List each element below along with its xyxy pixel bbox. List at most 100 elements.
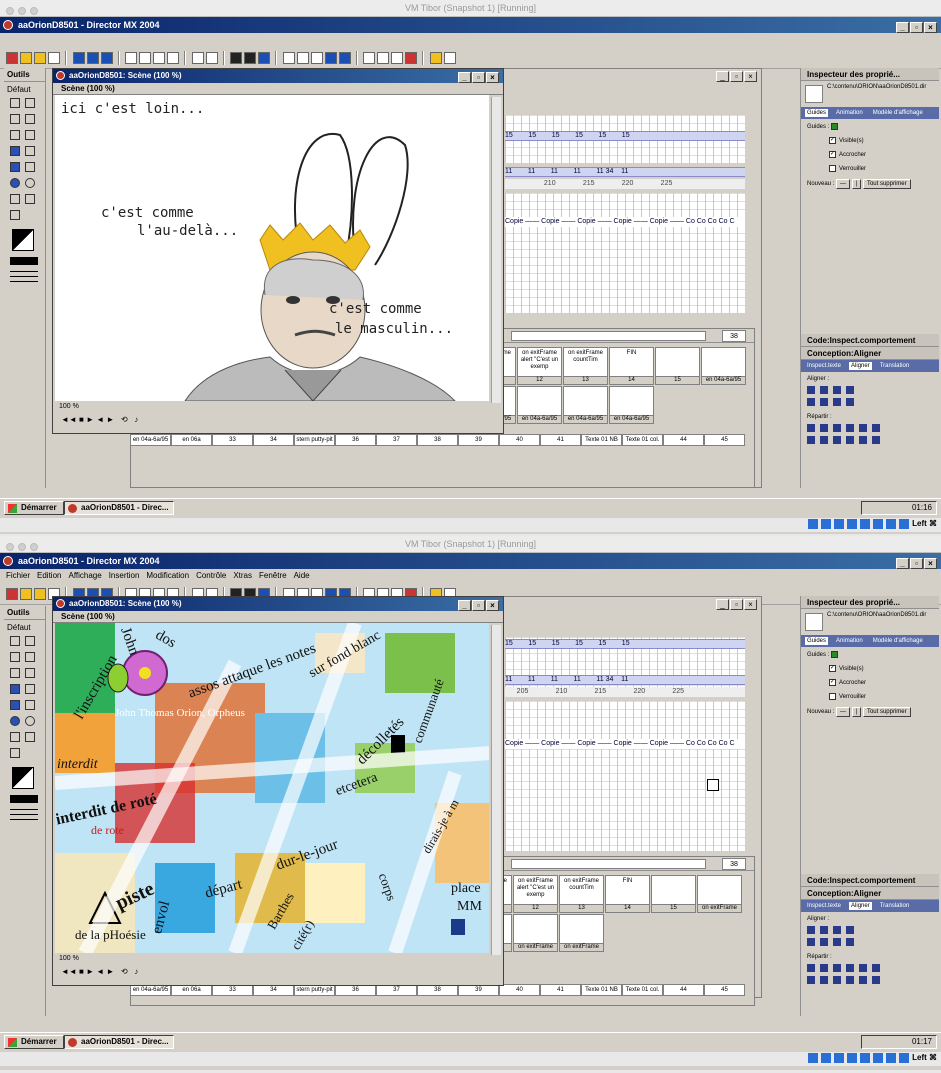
cast-member[interactable]: en 04a-6a/95 — [609, 386, 654, 424]
minimize-icon[interactable]: _ — [458, 72, 471, 83]
button-tool-icon[interactable] — [10, 747, 20, 758]
delete-all-button[interactable]: Tout supprimer — [862, 179, 911, 189]
cast-member[interactable]: FIN 14 — [609, 347, 654, 385]
tab-translation[interactable]: Translation — [878, 362, 911, 370]
cast-strip-label[interactable]: 34 — [253, 434, 294, 446]
restore-icon[interactable]: ▫ — [472, 72, 485, 83]
line-width-1[interactable] — [10, 271, 38, 272]
score-grid-main[interactable] — [505, 193, 745, 313]
minimize-icon[interactable]: _ — [896, 22, 909, 33]
menu-modify[interactable]: Modification — [146, 571, 189, 580]
score-script-channel[interactable]: 11 11 11 11 11 34 11 — [505, 167, 745, 177]
restore-icon[interactable]: ▫ — [730, 599, 743, 610]
cast-member[interactable]: on exitFrame global intim — [697, 875, 742, 913]
lock-checkbox[interactable]: Verrouiller — [801, 689, 939, 703]
help-icon[interactable] — [443, 52, 456, 64]
stage-window-buttons[interactable]: _ ▫ × — [457, 71, 499, 85]
restore-icon[interactable]: ▫ — [910, 22, 923, 33]
cast-member[interactable]: 15 — [651, 875, 696, 913]
cast-strip-label[interactable]: Texte 01 col. — [622, 984, 663, 996]
tab-guides[interactable]: Guides — [805, 109, 829, 117]
tab-guides[interactable]: Guides — [805, 637, 829, 645]
stage-vertical-scrollbar[interactable] — [491, 97, 501, 403]
cast-name-field[interactable] — [511, 859, 706, 869]
selected-cell[interactable] — [707, 779, 719, 791]
inspector-title[interactable]: Inspecteur des proprié... — [801, 68, 939, 81]
cast-member[interactable]: on exitFrame countTim — [513, 914, 558, 952]
cast-member[interactable]: on exitFrame alert "C'est un exemp 12 — [513, 875, 558, 913]
visible-checkbox[interactable]: ✓ Visible(s) — [801, 661, 939, 675]
cut-icon[interactable] — [139, 52, 152, 64]
paste-icon[interactable] — [167, 52, 180, 64]
minimize-icon[interactable]: _ — [716, 599, 729, 610]
tab-align[interactable]: Aligner — [849, 362, 872, 370]
ellipse-empty-tool-icon[interactable] — [25, 715, 35, 726]
line-width-1[interactable] — [10, 809, 38, 810]
tab-translation[interactable]: Translation — [878, 902, 911, 910]
score-script-channel[interactable]: 11 11 11 11 11 34 11 — [505, 675, 745, 685]
import-icon[interactable] — [48, 52, 60, 64]
minimize-icon[interactable]: _ — [716, 71, 729, 82]
snap-checkbox[interactable]: ✓ Accrocher — [801, 147, 939, 161]
ellipse-tool-icon[interactable] — [10, 177, 20, 188]
score-frame-ruler[interactable]: 210 215 220 225 — [505, 179, 745, 189]
cast-strip-label[interactable]: Texte 01 col. — [622, 434, 663, 446]
radio-tool-icon[interactable] — [25, 193, 35, 204]
tab-align[interactable]: Aligner — [849, 902, 872, 910]
tab-inspect-text[interactable]: Inspect.texte — [805, 362, 843, 370]
score-window-buttons[interactable]: _ ▫ × — [715, 599, 757, 610]
stage-window-icon[interactable] — [282, 52, 295, 64]
open-icon[interactable] — [34, 52, 46, 64]
tools-default[interactable]: Défaut — [4, 82, 45, 97]
rect-tool-icon[interactable] — [10, 145, 20, 156]
color-swatch[interactable] — [12, 229, 34, 251]
script-icon[interactable] — [363, 52, 376, 64]
score-window-buttons[interactable]: _ ▫ × — [715, 71, 757, 82]
lock-checkbox[interactable]: Verrouiller — [801, 161, 939, 175]
close-icon[interactable]: × — [744, 71, 757, 82]
tab-animation[interactable]: Animation — [834, 109, 865, 117]
code-panel-title[interactable]: Code:Inspect.comportement — [801, 874, 939, 887]
inspector-icon[interactable] — [324, 52, 337, 64]
visible-checkbox[interactable]: ✓ Visible(s) — [801, 133, 939, 147]
close-icon[interactable]: × — [744, 599, 757, 610]
align-buttons-1[interactable] — [801, 926, 939, 938]
stop-icon[interactable] — [244, 52, 257, 64]
cast-member[interactable]: en 04a-6a/95 — [517, 386, 562, 424]
align-buttons-2[interactable] — [801, 398, 939, 410]
menu-edit[interactable]: Edition — [37, 571, 61, 580]
text-tool-icon[interactable] — [10, 667, 20, 678]
app-window-buttons[interactable]: _ ▫ × — [895, 19, 937, 35]
ellipse-empty-tool-icon[interactable] — [25, 177, 35, 188]
taskbar-director-item[interactable]: aaOrionD8501 - Direc... — [64, 501, 174, 515]
cast-strip-label[interactable]: 33 — [212, 434, 253, 446]
save-icon[interactable] — [72, 52, 85, 64]
line-width-2[interactable] — [10, 814, 38, 815]
minimize-icon[interactable]: _ — [896, 558, 909, 569]
replace-icon[interactable] — [205, 52, 218, 64]
cast-strip-label[interactable]: Texte 01 NB — [581, 984, 622, 996]
text-tool-icon[interactable] — [10, 129, 20, 140]
align-buttons-1[interactable] — [801, 386, 939, 398]
pattern-swatch[interactable] — [10, 795, 38, 803]
stage-canvas[interactable]: ici c'est loin... c'est comme l'au-delà.… — [55, 95, 489, 401]
library-icon[interactable] — [338, 52, 351, 64]
align-tabs[interactable]: Inspect.texte Aligner Translation — [801, 360, 939, 372]
cast-strip-label[interactable]: 45 — [704, 984, 745, 996]
close-icon[interactable]: × — [486, 600, 499, 611]
score-window-icon[interactable] — [310, 52, 323, 64]
checkbox-tool-icon[interactable] — [10, 193, 20, 204]
guide-color-swatch[interactable] — [831, 123, 839, 130]
start-button[interactable]: Démarrer — [4, 1035, 64, 1049]
score-copy-row[interactable]: Copie —— Copie —— Copie —— Copie —— Copi… — [505, 739, 745, 749]
rect-tool-icon[interactable] — [10, 683, 20, 694]
find-icon[interactable] — [191, 52, 204, 64]
menu-insert[interactable]: Insertion — [109, 571, 140, 580]
cast-strip-label[interactable]: 40 — [499, 434, 540, 446]
menu-xtras[interactable]: Xtras — [233, 571, 252, 580]
score-frame-ruler[interactable]: 205 210 215 220 225 — [505, 687, 745, 697]
menu-file[interactable]: Fichier — [6, 571, 30, 580]
menu-help[interactable]: Aide — [294, 571, 310, 580]
line-tool-icon[interactable] — [25, 667, 35, 678]
checkbox-tool-icon[interactable] — [10, 731, 20, 742]
